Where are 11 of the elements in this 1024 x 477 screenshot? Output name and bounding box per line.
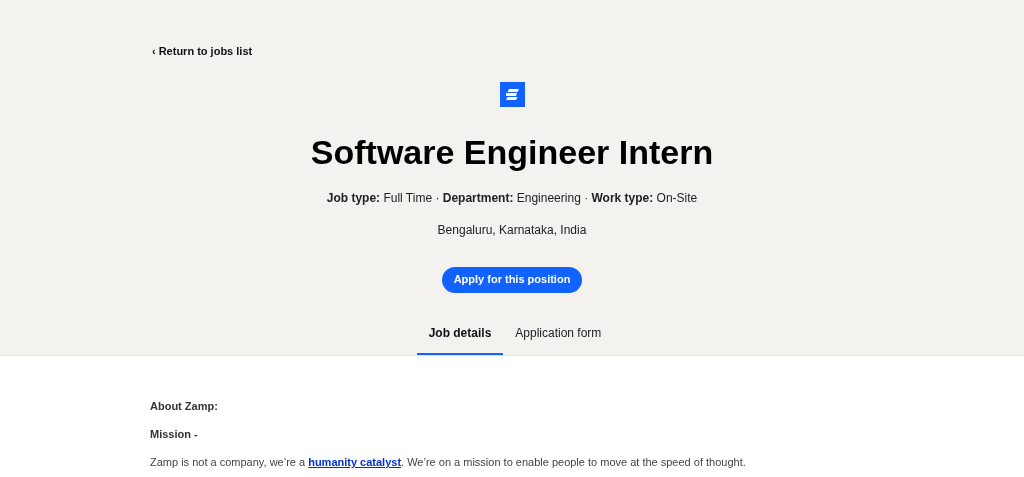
tab[interactable]: Application form xyxy=(505,313,612,355)
back-link[interactable]: ‹ Return to jobs list xyxy=(152,43,253,60)
logo-icon xyxy=(499,81,525,107)
tab[interactable]: Job details xyxy=(416,313,504,355)
job-meta: Job type: Full Time · Department: Engineering · Work type: On-Site xyxy=(325,189,699,207)
paragraph: Zamp is not a company, we’re a humanity catalyst. We’re on a mission to enable people to move at the speed of thought. xyxy=(150,455,747,469)
section-heading: About Zamp: xyxy=(150,399,219,413)
section-heading: Mission - xyxy=(150,427,199,441)
apply-button[interactable]: Apply for this position xyxy=(441,266,583,293)
job-title: Software Engineer Intern xyxy=(309,131,715,173)
job-location: Bengaluru, Karnataka, India xyxy=(436,221,588,239)
